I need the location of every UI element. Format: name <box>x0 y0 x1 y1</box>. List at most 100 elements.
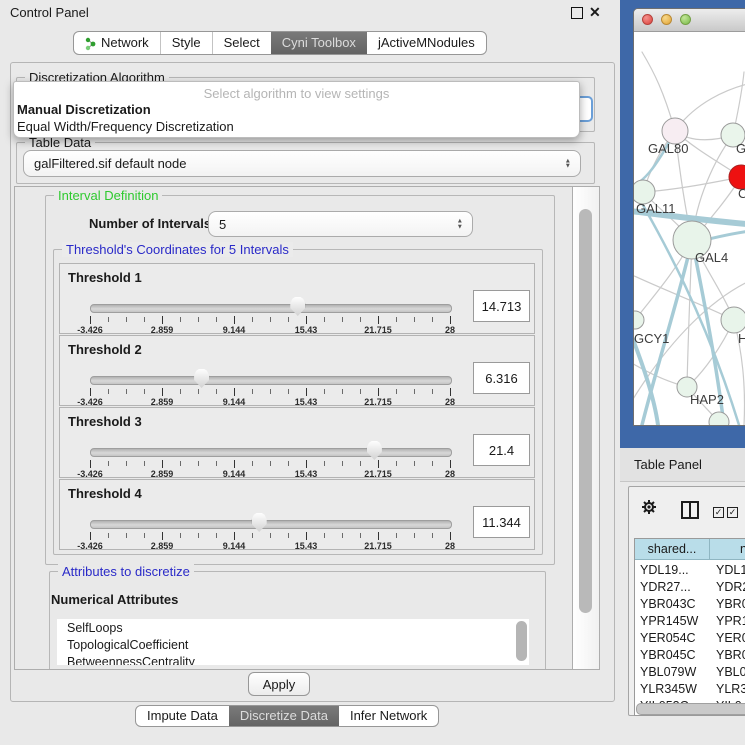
threshold-slider[interactable]: -3.4262.8599.14415.4321.71528 <box>90 436 450 476</box>
tab-jactivemnodules[interactable]: jActiveMNodules <box>367 32 486 54</box>
node-label: GA <box>736 141 745 156</box>
slider-track[interactable] <box>90 304 452 313</box>
slider-thumb[interactable] <box>252 513 267 532</box>
column-header-name[interactable]: na <box>710 539 745 560</box>
table-row[interactable]: YBR045CYBR0 <box>635 646 745 663</box>
table-data-combobox[interactable]: galFiltered.sif default node ▲▼ <box>23 150 581 177</box>
numerical-attributes-list[interactable]: SelfLoopsTopologicalCoefficientBetweenne… <box>57 619 529 665</box>
shared-name-cell[interactable]: YBR045C <box>635 648 710 662</box>
network-window-titlebar[interactable] <box>634 9 745 32</box>
shared-name-cell[interactable]: YBR043C <box>635 597 710 611</box>
node-label: HAP2 <box>690 392 724 407</box>
tab-infer-network[interactable]: Infer Network <box>339 706 438 726</box>
slider-ticks <box>90 388 450 397</box>
table-row[interactable]: YPR145WYPR1 <box>635 612 745 629</box>
node-label: GAL4 <box>695 250 728 265</box>
threshold-value-field[interactable]: 14.713 <box>473 290 530 322</box>
name-cell[interactable]: YDL1 <box>710 563 745 577</box>
shared-name-cell[interactable]: YDR27... <box>635 580 710 594</box>
gear-icon[interactable] <box>641 499 657 518</box>
list-scrollbar[interactable] <box>516 621 527 663</box>
shared-name-cell[interactable]: YER054C <box>635 631 710 645</box>
table-row[interactable]: YLR345WYLR3 <box>635 680 745 697</box>
threshold-value-field[interactable]: 21.4 <box>473 434 530 466</box>
attributes-group-label: Attributes to discretize <box>58 564 194 579</box>
network-node[interactable] <box>634 311 644 329</box>
tab-discretize-data[interactable]: Discretize Data <box>229 706 339 726</box>
tab-impute-data[interactable]: Impute Data <box>136 706 229 726</box>
menu-item-equal-width-frequency[interactable]: Equal Width/Frequency Discretization <box>17 119 234 134</box>
node-table: shared... na YDL19...YDL1YDR27...YDR2YBR… <box>634 538 745 716</box>
apply-button[interactable]: Apply <box>248 672 310 696</box>
combo-arrows-icon: ▲▼ <box>457 219 463 230</box>
node-table-body: YDL19...YDL1YDR27...YDR2YBR043CYBR0YPR14… <box>635 561 745 703</box>
attribute-item[interactable]: BetweennessCentrality <box>57 653 529 665</box>
table-row[interactable]: YER054CYER0 <box>635 629 745 646</box>
close-window-icon[interactable] <box>642 14 653 25</box>
network-canvas[interactable]: GAL80GACGAL11GAL4GCY1HHAP2 <box>634 32 745 425</box>
attribute-item[interactable]: SelfLoops <box>57 619 529 636</box>
slider-thumb[interactable] <box>194 369 209 388</box>
tab-select-label: Select <box>224 32 260 54</box>
network-view-window[interactable]: GAL80GACGAL11GAL4GCY1HHAP2 <box>633 8 745 426</box>
name-cell[interactable]: YBR0 <box>710 648 745 662</box>
number-of-intervals-combobox[interactable]: 5 ▲▼ <box>208 211 473 237</box>
table-horizontal-scrollbar[interactable] <box>636 703 745 715</box>
slider-track[interactable] <box>90 448 452 457</box>
threshold-value-field[interactable]: 11.344 <box>473 506 530 538</box>
tab-network-label: Network <box>101 32 149 54</box>
menu-item-manual-discretization[interactable]: Manual Discretization <box>17 102 151 117</box>
table-row[interactable]: YBR043CYBR0 <box>635 595 745 612</box>
threshold-value-field[interactable]: 6.316 <box>473 362 530 394</box>
number-of-intervals-value: 5 <box>219 217 226 232</box>
tab-select[interactable]: Select <box>212 32 271 54</box>
table-row[interactable]: YDL19...YDL1 <box>635 561 745 578</box>
close-icon[interactable]: ✕ <box>589 4 601 21</box>
node-label: H <box>738 331 745 346</box>
network-icon <box>85 36 97 51</box>
float-window-icon[interactable] <box>571 7 583 19</box>
algorithm-dropdown-popup: Select algorithm to view settings Manual… <box>13 81 580 138</box>
tab-cyni-toolbox[interactable]: Cyni Toolbox <box>271 32 367 54</box>
table-row[interactable]: YDR27...YDR2 <box>635 578 745 595</box>
slider-track[interactable] <box>90 376 452 385</box>
node-label: GCY1 <box>634 331 669 346</box>
slider-tick-labels: -3.4262.8599.14415.4321.71528 <box>90 325 450 335</box>
name-cell[interactable]: YBR0 <box>710 597 745 611</box>
minimize-window-icon[interactable] <box>661 14 672 25</box>
column-header-shared-name[interactable]: shared... <box>635 539 710 560</box>
threshold-label: Threshold 3 <box>68 414 142 429</box>
slider-thumb[interactable] <box>290 297 305 316</box>
vertical-scrollbar[interactable] <box>572 186 600 670</box>
interval-definition-label: Interval Definition <box>54 188 162 203</box>
name-cell[interactable]: YBL0 <box>710 665 745 679</box>
shared-name-cell[interactable]: YBL079W <box>635 665 710 679</box>
node-label: GAL80 <box>648 141 688 156</box>
zoom-window-icon[interactable] <box>680 14 691 25</box>
network-node[interactable] <box>721 307 745 333</box>
select-columns-icon[interactable]: ✓✓ <box>713 503 741 518</box>
shared-name-cell[interactable]: YLR345W <box>635 682 710 696</box>
threshold-slider[interactable]: -3.4262.8599.14415.4321.71528 <box>90 292 450 332</box>
threshold-slider[interactable]: -3.4262.8599.14415.4321.71528 <box>90 508 450 548</box>
table-panel-title: Table Panel <box>634 457 702 472</box>
tab-network[interactable]: Network <box>74 32 160 54</box>
scrollbar-thumb[interactable] <box>579 209 592 613</box>
slider-track[interactable] <box>90 520 452 529</box>
threshold-slider[interactable]: -3.4262.8599.14415.4321.71528 <box>90 364 450 404</box>
attribute-item[interactable]: TopologicalCoefficient <box>57 636 529 653</box>
name-cell[interactable]: YER0 <box>710 631 745 645</box>
shared-name-cell[interactable]: YPR145W <box>635 614 710 628</box>
tab-style[interactable]: Style <box>160 32 212 54</box>
name-cell[interactable]: YLR3 <box>710 682 745 696</box>
shared-name-cell[interactable]: YDL19... <box>635 563 710 577</box>
tab-infer-network-label: Infer Network <box>350 706 427 726</box>
table-header-row: shared... na <box>635 539 745 560</box>
threshold-label: Threshold 4 <box>68 486 142 501</box>
column-manager-icon[interactable] <box>681 501 699 519</box>
slider-thumb[interactable] <box>367 441 382 460</box>
settings-scroll-area: Interval Definition Number of Intervals … <box>14 186 573 670</box>
name-cell[interactable]: YPR1 <box>710 614 745 628</box>
table-row[interactable]: YBL079WYBL0 <box>635 663 745 680</box>
name-cell[interactable]: YDR2 <box>710 580 745 594</box>
